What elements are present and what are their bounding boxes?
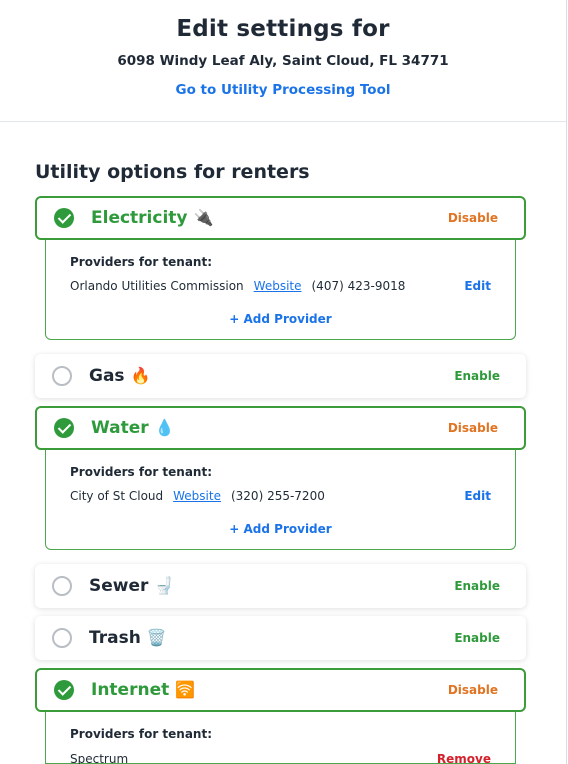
providers-electricity: Providers for tenant: Orlando Utilities … [45,240,516,340]
providers-water: Providers for tenant: City of St Cloud W… [45,450,516,550]
utility-name: Gas 🔥 [89,366,151,386]
utility-name: Trash 🗑️ [89,628,167,648]
check-circle-icon [54,680,74,700]
section-title: Utility options for renters [35,161,310,183]
utility-row-sewer[interactable]: Sewer 🚽 Enable [35,564,526,608]
edit-provider-button[interactable]: Edit [464,489,491,503]
provider-name: City of St Cloud [70,489,164,503]
providers-title: Providers for tenant: [70,255,213,269]
providers-title: Providers for tenant: [70,465,213,479]
provider-website-link[interactable]: Website [173,489,221,503]
utility-row-water[interactable]: Water 💧 Disable [35,406,526,450]
utility-row-electricity[interactable]: Electricity 🔌 Disable [35,196,526,240]
disable-water-button[interactable]: Disable [448,421,498,435]
enable-gas-button[interactable]: Enable [454,369,500,383]
utility-row-internet[interactable]: Internet 🛜 Disable [35,668,526,712]
empty-circle-icon [52,628,72,648]
check-circle-icon [54,208,74,228]
edit-provider-button[interactable]: Edit [464,279,491,293]
wireless-icon: 🛜 [175,680,196,699]
utility-row-trash[interactable]: Trash 🗑️ Enable [35,616,526,660]
utility-row-gas[interactable]: Gas 🔥 Enable [35,354,526,398]
utility-name: Electricity 🔌 [91,208,214,228]
utility-name: Sewer 🚽 [89,576,175,596]
provider-row: City of St Cloud Website (320) 255-7200 … [70,489,491,503]
settings-panel: Edit settings for 6098 Windy Leaf Aly, S… [0,0,567,764]
provider-phone: (407) 423-9018 [311,279,406,293]
property-address: 6098 Windy Leaf Aly, Saint Cloud, FL 347… [117,53,449,69]
empty-circle-icon [52,576,72,596]
providers-title: Providers for tenant: [70,727,213,741]
provider-row: Orlando Utilities Commission Website (40… [70,279,491,293]
plug-icon: 🔌 [193,208,214,227]
utility-name: Internet 🛜 [91,680,196,700]
provider-name: Orlando Utilities Commission [70,279,244,293]
providers-internet: Providers for tenant: Spectrum Remove [45,712,516,764]
page-header: Edit settings for 6098 Windy Leaf Aly, S… [0,0,566,122]
enable-sewer-button[interactable]: Enable [454,579,500,593]
provider-phone: (320) 255-7200 [230,489,325,503]
utility-name: Water 💧 [91,418,175,438]
empty-circle-icon [52,366,72,386]
disable-internet-button[interactable]: Disable [448,683,498,697]
toilet-icon: 🚽 [154,576,175,595]
provider-name: Spectrum [70,752,129,764]
fire-icon: 🔥 [130,366,151,385]
add-provider-button[interactable]: + Add Provider [46,312,515,326]
provider-row: Spectrum Remove [70,752,491,764]
remove-provider-button[interactable]: Remove [437,752,491,764]
provider-website-link[interactable]: Website [254,279,302,293]
page-title: Edit settings for [176,16,390,42]
add-provider-button[interactable]: + Add Provider [46,522,515,536]
trash-can-icon: 🗑️ [146,628,167,647]
disable-electricity-button[interactable]: Disable [448,211,498,225]
droplet-icon: 💧 [154,418,175,437]
enable-trash-button[interactable]: Enable [454,631,500,645]
utility-processing-tool-link[interactable]: Go to Utility Processing Tool [176,82,391,98]
check-circle-icon [54,418,74,438]
